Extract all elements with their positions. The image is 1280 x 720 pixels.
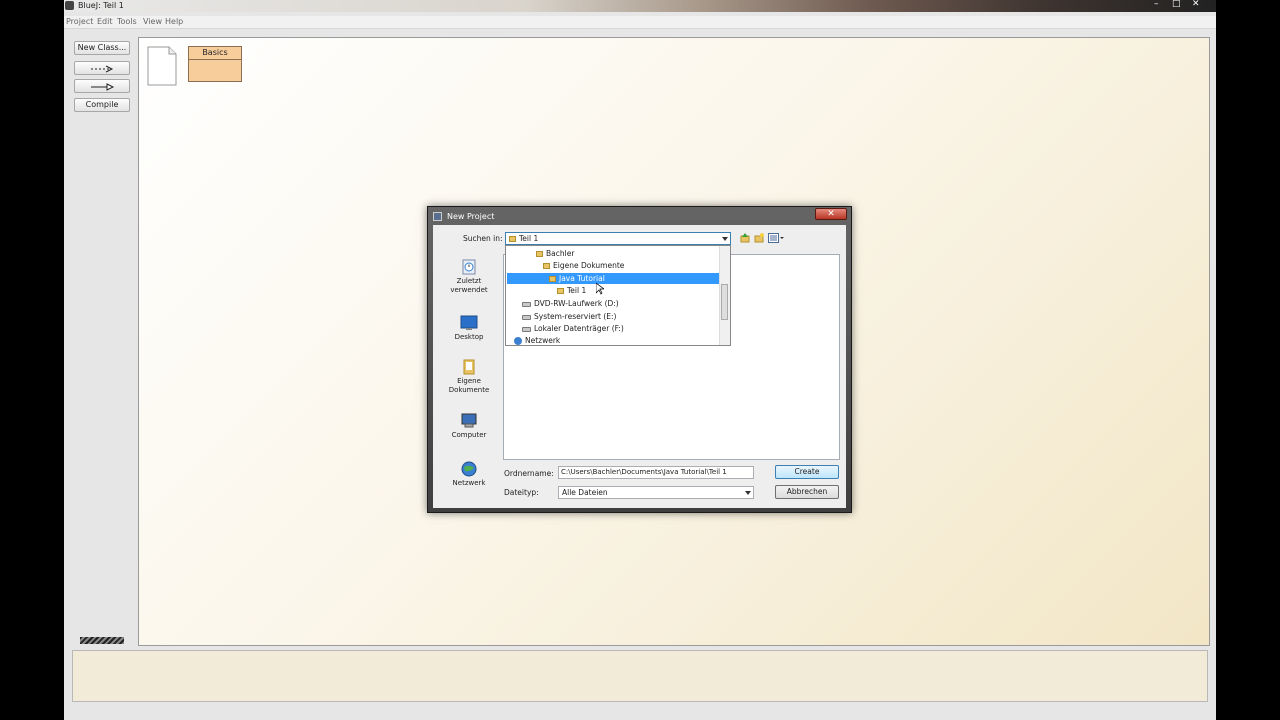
menu-help[interactable]: Help	[165, 17, 183, 26]
folder-name-label: Ordnername:	[504, 469, 554, 478]
desktop-icon	[460, 315, 478, 330]
list-item[interactable]: Eigene Dokumente	[543, 260, 624, 271]
recent-places-icon	[462, 259, 476, 275]
folder-icon	[557, 288, 564, 294]
progress-indicator	[80, 637, 124, 644]
mouse-cursor-icon	[596, 283, 604, 295]
places-bar: Zuletzt verwendet Desktop Eigene Dokumen…	[441, 257, 497, 497]
place-label: Eigene Dokumente	[448, 377, 490, 394]
uses-arrow-button[interactable]	[74, 61, 130, 75]
tool-panel: New Class... Compile	[64, 29, 138, 646]
dropdown-scrollbar[interactable]	[719, 246, 730, 345]
file-type-value: Alle Dateien	[562, 488, 608, 497]
dialog-body: Suchen in: Teil 1 Zuletzt verwendet Desk…	[433, 225, 846, 508]
hard-drive-icon	[522, 326, 531, 332]
place-documents[interactable]: Eigene Dokumente	[441, 359, 497, 395]
list-item[interactable]: Netzwerk	[514, 335, 560, 346]
computer-icon	[461, 413, 477, 428]
look-in-label: Suchen in:	[463, 234, 503, 243]
list-item-selected[interactable]: Java Tutorial	[507, 273, 719, 284]
folder-icon	[536, 251, 543, 257]
new-project-dialog: New Project ✕ Suchen in: Teil 1 Zuletzt …	[427, 206, 852, 513]
cancel-button[interactable]: Abbrechen	[775, 485, 839, 499]
folder-name-field[interactable]: C:\Users\Bachler\Documents\Java Tutorial…	[558, 466, 754, 479]
dashed-arrow-icon	[91, 65, 114, 73]
new-class-button[interactable]: New Class...	[74, 41, 130, 55]
list-item[interactable]: Lokaler Datenträger (F:)	[522, 323, 624, 334]
list-item[interactable]: DVD-RW-Laufwerk (D:)	[522, 298, 619, 309]
chevron-down-icon	[722, 237, 728, 241]
file-type-combo[interactable]: Alle Dateien	[558, 486, 754, 499]
dialog-title: New Project	[447, 212, 495, 221]
class-name: Basics	[189, 47, 241, 60]
message-panel	[72, 650, 1208, 702]
solid-arrow-icon	[91, 83, 115, 91]
menu-bar: Project Edit Tools View Help	[64, 16, 1216, 29]
compile-button[interactable]: Compile	[74, 98, 130, 112]
readme-document-icon[interactable]	[147, 46, 177, 86]
folder-icon	[549, 276, 556, 282]
menu-tools[interactable]: Tools	[117, 17, 137, 26]
my-documents-icon	[463, 359, 475, 375]
list-item[interactable]: Bachler	[536, 248, 574, 259]
list-item[interactable]: System-reserviert (E:)	[522, 311, 616, 322]
menu-edit[interactable]: Edit	[97, 17, 113, 26]
chevron-down-icon	[745, 491, 751, 495]
place-desktop[interactable]: Desktop	[441, 315, 497, 342]
place-network[interactable]: Netzwerk	[441, 461, 497, 488]
title-bar: BlueJ: Teil 1 – □ ✕	[64, 0, 1216, 12]
view-menu-icon[interactable]	[768, 233, 784, 243]
place-label: Zuletzt verwendet	[450, 277, 488, 294]
dvd-drive-icon	[522, 301, 531, 307]
up-folder-icon[interactable]	[740, 233, 750, 243]
dialog-app-icon	[433, 212, 442, 221]
place-recent[interactable]: Zuletzt verwendet	[441, 259, 497, 295]
list-item[interactable]: Teil 1	[557, 285, 586, 296]
place-label: Desktop	[454, 333, 484, 341]
look-in-value: Teil 1	[519, 234, 539, 243]
minimize-icon[interactable]: –	[1154, 0, 1159, 9]
scrollbar-thumb[interactable]	[721, 284, 728, 320]
inheritance-arrow-button[interactable]	[74, 79, 130, 93]
look-in-dropdown-list[interactable]: Bachler Eigene Dokumente Java Tutorial T…	[505, 245, 731, 346]
file-type-label: Dateityp:	[504, 488, 539, 497]
bluej-app-icon	[65, 1, 74, 10]
dialog-close-button[interactable]: ✕	[815, 208, 847, 220]
folder-icon	[543, 263, 550, 269]
create-button[interactable]: Create	[775, 465, 839, 479]
close-icon: ✕	[827, 209, 835, 219]
maximize-icon[interactable]: □	[1172, 0, 1181, 9]
window-title: BlueJ: Teil 1	[78, 1, 124, 10]
menu-view[interactable]: View	[143, 17, 162, 26]
place-label: Netzwerk	[452, 479, 486, 487]
menu-project[interactable]: Project	[66, 17, 93, 26]
place-label: Computer	[451, 431, 487, 439]
place-computer[interactable]: Computer	[441, 413, 497, 440]
class-box-basics[interactable]: Basics	[188, 46, 242, 82]
network-icon	[514, 337, 522, 345]
hard-drive-icon	[522, 314, 531, 320]
close-window-icon[interactable]: ✕	[1192, 0, 1200, 9]
folder-icon	[509, 236, 516, 242]
look-in-combo[interactable]: Teil 1	[505, 232, 731, 245]
network-icon	[461, 461, 477, 477]
new-folder-icon[interactable]	[754, 233, 764, 243]
